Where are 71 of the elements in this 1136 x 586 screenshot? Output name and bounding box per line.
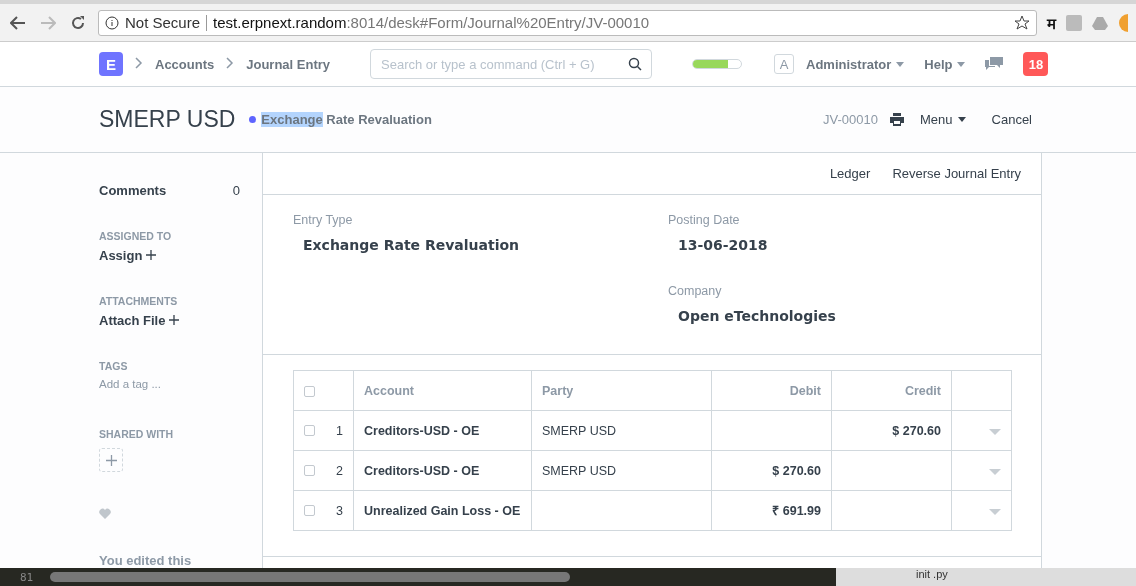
toolbar-button[interactable]: Ledger <box>829 166 871 181</box>
column-header: Party <box>531 370 712 411</box>
field-value: 13-06-2018 <box>677 237 769 253</box>
row-number: 3 <box>336 503 343 518</box>
breadcrumb-link[interactable]: Journal Entry <box>246 56 331 72</box>
sidebar-action[interactable]: Assign <box>99 248 157 263</box>
plus-icon <box>146 250 157 260</box>
heart-icon[interactable] <box>99 508 111 519</box>
row-checkbox[interactable] <box>304 425 315 436</box>
caret-icon <box>896 61 905 67</box>
status-label: Exchange Rate Revaluation <box>261 112 432 127</box>
dropdown-icon[interactable] <box>989 428 1001 435</box>
row-checkbox[interactable] <box>304 505 315 516</box>
table-cell: SMERP USD <box>542 463 617 478</box>
field-label: Posting Date <box>668 213 741 227</box>
help-menu[interactable]: Help <box>924 56 966 72</box>
plus-icon <box>105 454 117 466</box>
column-header: Debit <box>711 370 832 411</box>
field-value: Exchange Rate Revaluation <box>302 237 521 253</box>
table-cell: Creditors-USD - OE <box>364 423 480 438</box>
section-heading: TAGS <box>99 360 129 372</box>
field-label: Company <box>668 283 723 298</box>
page-title: SMERP USD <box>99 106 236 133</box>
section-heading: ASSIGNED TO <box>99 230 173 242</box>
url-text: test.erpnext.random:8014/desk#Form/Journal%20Entry/JV-00010 <box>213 14 650 31</box>
search-icon <box>628 57 643 71</box>
chat-icon[interactable] <box>985 57 1004 71</box>
section-heading: SHARED WITH <box>99 428 175 440</box>
user-menu[interactable]: Administrator <box>806 56 905 72</box>
document-id: JV-00010 <box>823 112 878 127</box>
table-cell: ₹ 691.99 <box>772 504 821 518</box>
scrollbar[interactable] <box>50 572 570 582</box>
plus-icon <box>169 315 180 325</box>
breadcrumb-link[interactable]: Accounts <box>155 56 215 72</box>
security-label: Not Secure <box>125 14 201 31</box>
table-cell: $ 270.60 <box>892 423 941 438</box>
comments-label[interactable]: Comments <box>99 183 167 198</box>
cancel-button[interactable]: Cancel <box>991 112 1032 127</box>
activity-text: You edited this <box>99 553 192 568</box>
row-number: 1 <box>336 423 343 438</box>
column-header: Credit <box>831 370 952 411</box>
search-field[interactable]: Search or type a command (Ctrl + G) <box>370 49 653 79</box>
app-logo[interactable]: E <box>99 52 123 76</box>
section-heading: ATTACHMENTS <box>99 295 179 307</box>
star-icon[interactable] <box>1014 14 1030 31</box>
column-header: Account <box>353 370 532 411</box>
table-cell: Unrealized Gain Loss - OE <box>364 503 521 518</box>
menu-button[interactable]: Menu <box>920 112 966 127</box>
toolbar-button[interactable]: Reverse Journal Entry <box>892 166 1021 181</box>
dropdown-icon[interactable] <box>989 508 1001 515</box>
row-checkbox[interactable] <box>304 465 315 476</box>
print-icon[interactable] <box>890 113 904 126</box>
caret-icon <box>957 61 966 67</box>
caret-icon <box>957 117 966 122</box>
field-label: Entry Type <box>293 213 354 227</box>
table-cell: $ 270.60 <box>772 463 821 478</box>
comments-count: 0 <box>232 183 240 198</box>
file-name[interactable]: init .py <box>836 568 1136 586</box>
table-cell: SMERP USD <box>542 423 617 438</box>
address-bar[interactable]: Not Secure test.erpnext.random:8014/desk#Form/Journal%20Entry/JV-00010 <box>98 9 1037 36</box>
table-cell: Creditors-USD - OE <box>364 463 480 478</box>
info-icon <box>105 15 119 30</box>
select-all-checkbox[interactable] <box>304 385 315 397</box>
add-share-button[interactable] <box>99 448 123 472</box>
sidebar-action[interactable]: Attach File <box>99 313 180 328</box>
profile-icon[interactable] <box>1118 13 1128 32</box>
row-number: 2 <box>336 463 343 478</box>
line-number: 81 <box>19 570 35 584</box>
field-value: Open eTechnologies <box>677 307 837 324</box>
extension-label[interactable]: म <box>1047 12 1056 33</box>
dropdown-icon[interactable] <box>989 468 1001 475</box>
